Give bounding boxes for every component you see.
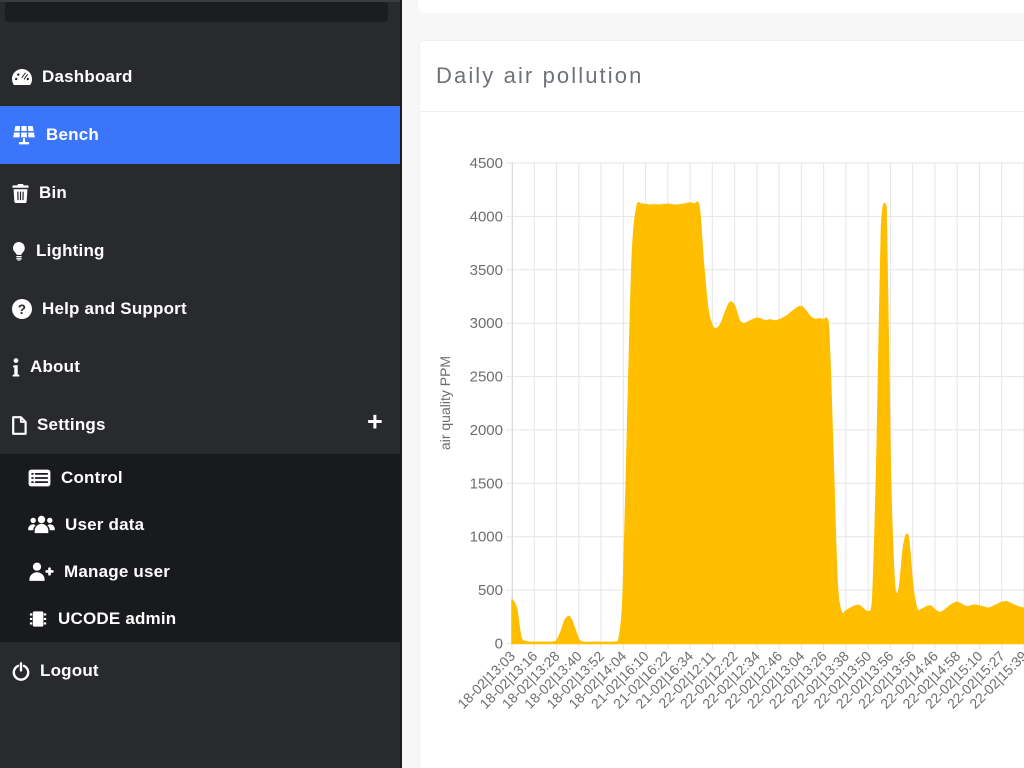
svg-text:?: ? — [18, 302, 26, 317]
power-icon — [12, 662, 30, 681]
list-panel-icon — [28, 469, 51, 487]
chart-card: Daily air pollution 0 500 1000 1500 2000 2500… — [420, 41, 1024, 768]
chart-card-header: Daily air pollution — [420, 41, 1024, 112]
sidebar-item-bin[interactable]: Bin — [0, 164, 400, 222]
submenu-item-label: Control — [61, 468, 123, 488]
submenu-item-manage-user[interactable]: Manage user — [0, 548, 400, 595]
submenu-item-control[interactable]: Control — [0, 454, 400, 501]
y-tick-label: 3000 — [470, 315, 503, 332]
submenu-item-label: UCODE admin — [58, 609, 176, 629]
y-axis-title: air quality PPM — [437, 356, 453, 450]
sidebar-item-label: Logout — [40, 661, 99, 681]
y-tick-label: 500 — [478, 582, 503, 599]
solar-panel-icon — [12, 125, 36, 146]
sidebar-item-lighting[interactable]: Lighting — [0, 222, 400, 280]
y-tick-label: 4000 — [470, 208, 503, 225]
sidebar-item-bench[interactable]: Bench — [0, 106, 400, 164]
sidebar-item-label: Settings — [37, 415, 106, 435]
sidebar-item-label: Help and Support — [42, 299, 187, 319]
gauge-icon — [12, 68, 32, 86]
brand-area — [5, 2, 388, 22]
plus-icon[interactable]: + — [367, 408, 383, 435]
y-tick-label: 0 — [495, 636, 503, 653]
area-series — [512, 202, 1024, 643]
y-tick-label: 1500 — [470, 475, 503, 492]
sidebar-item-label: Lighting — [36, 241, 105, 261]
sidebar-item-label: Bin — [39, 183, 67, 203]
chart-card-title: Daily air pollution — [436, 63, 643, 89]
submenu-item-ucode-admin[interactable]: UCODE admin — [0, 595, 400, 642]
submenu-item-label: Manage user — [64, 562, 170, 582]
sidebar-item-dashboard[interactable]: Dashboard — [0, 48, 400, 106]
trash-icon — [12, 184, 29, 203]
settings-submenu: Control User data Manage user UCODE admin — [0, 454, 400, 642]
info-icon — [12, 358, 20, 377]
sidebar-item-about[interactable]: About — [0, 338, 400, 396]
users-icon — [28, 515, 55, 534]
y-tick-label: 2000 — [470, 422, 503, 439]
sidebar-item-logout[interactable]: Logout — [0, 642, 400, 700]
file-icon — [12, 416, 27, 435]
submenu-item-user-data[interactable]: User data — [0, 501, 400, 548]
y-tick-label: 2500 — [470, 369, 503, 386]
sidebar-item-help-and-support[interactable]: ? Help and Support — [0, 280, 400, 338]
sidebar: Dashboard Bench Bin Lighting? Help and Suppo… — [0, 0, 402, 768]
sidebar-item-label: Dashboard — [42, 67, 133, 87]
lightbulb-icon — [12, 242, 26, 261]
air-pollution-chart: 05001000150020002500300035004000450018-0… — [420, 112, 1024, 768]
sidebar-nav: Dashboard Bench Bin Lighting? Help and Suppo… — [0, 48, 400, 700]
content-area: Daily air pollution 0 500 1000 1500 2000 2500… — [403, 0, 1024, 768]
y-tick-label: 3500 — [470, 262, 503, 279]
y-tick-label: 1000 — [470, 529, 503, 546]
microchip-icon — [28, 609, 48, 629]
sidebar-item-label: About — [30, 357, 80, 377]
user-plus-icon — [28, 562, 54, 581]
y-tick-label: 4500 — [470, 155, 503, 172]
question-circle-icon: ? — [12, 299, 32, 319]
sidebar-item-label: Bench — [46, 125, 99, 145]
submenu-item-label: User data — [65, 515, 144, 535]
top-card-strip — [418, 0, 1024, 13]
sidebar-item-settings[interactable]: Settings + — [0, 396, 400, 454]
